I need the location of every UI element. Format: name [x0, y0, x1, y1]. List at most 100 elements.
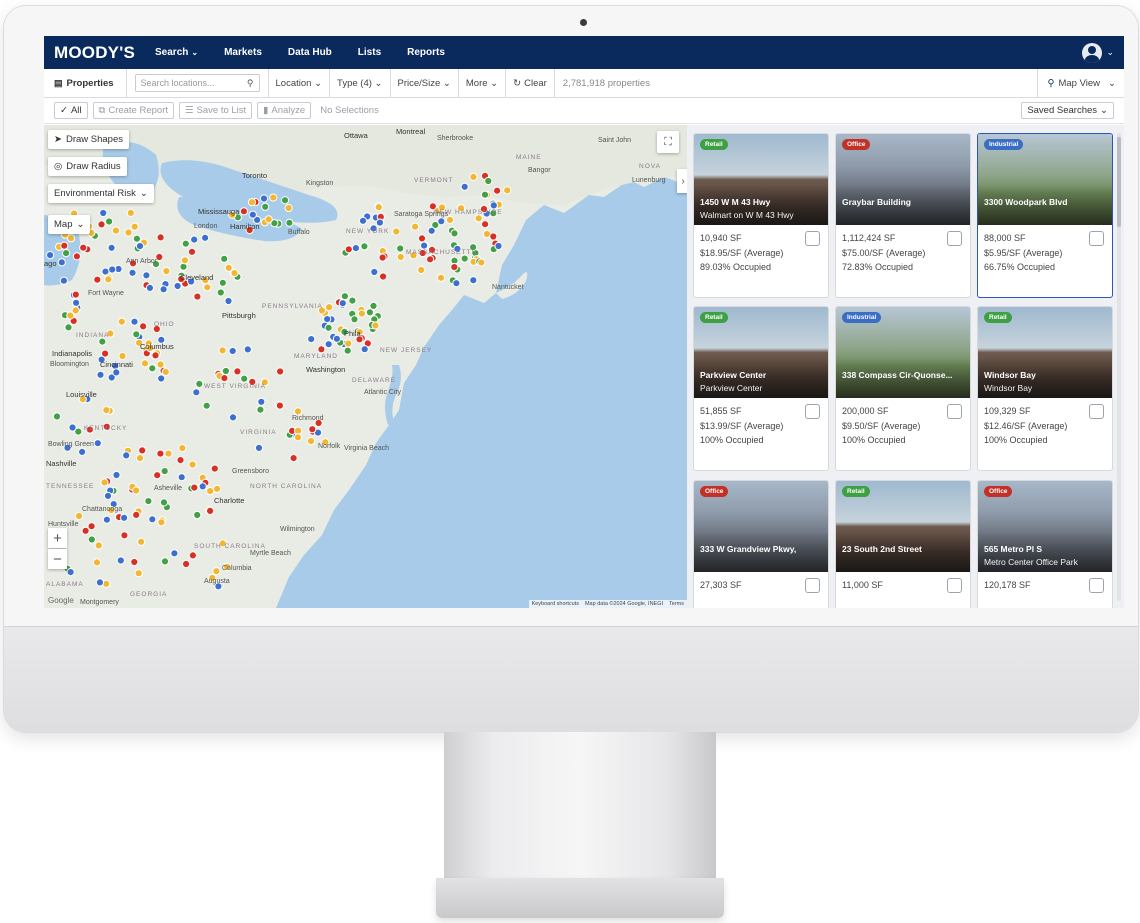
- map-pin[interactable]: [338, 299, 347, 308]
- map-pin[interactable]: [195, 379, 204, 388]
- map-pin[interactable]: [95, 578, 105, 587]
- map-pin[interactable]: [97, 220, 106, 229]
- map-pin[interactable]: [275, 401, 284, 410]
- map-pin[interactable]: [216, 288, 225, 297]
- map-pin[interactable]: [156, 360, 165, 369]
- property-card[interactable]: Office 333 W Grandview Pkwy, 27,303 SF: [693, 480, 829, 608]
- map-pin[interactable]: [460, 254, 469, 263]
- chevron-right-icon[interactable]: ›: [677, 169, 687, 193]
- map-pin[interactable]: [176, 456, 185, 465]
- draw-shapes-button[interactable]: ➤ Draw Shapes: [48, 130, 129, 149]
- map-pin[interactable]: [411, 222, 420, 231]
- map-pin[interactable]: [392, 227, 401, 236]
- property-title[interactable]: 1450 W M 43 Hwy: [700, 197, 770, 207]
- select-checkbox[interactable]: [947, 578, 962, 593]
- map-pin[interactable]: [202, 401, 211, 410]
- map-pin[interactable]: [324, 340, 333, 349]
- map-pin[interactable]: [293, 407, 303, 416]
- map-pin[interactable]: [493, 186, 502, 195]
- map-pin[interactable]: [102, 406, 111, 415]
- map-pin[interactable]: [357, 309, 366, 318]
- property-title[interactable]: 333 W Grandview Pkwy,: [700, 544, 796, 554]
- property-card[interactable]: Office 565 Metro Pl S Metro Center Office …: [977, 480, 1113, 608]
- map-pin[interactable]: [360, 345, 369, 354]
- map-pin[interactable]: [117, 317, 126, 326]
- map-pin[interactable]: [323, 315, 332, 324]
- map-pin[interactable]: [164, 449, 173, 458]
- map-pin[interactable]: [111, 226, 121, 235]
- map-pin[interactable]: [350, 315, 359, 324]
- fullscreen-icon[interactable]: ⛶: [657, 131, 679, 153]
- map-pin[interactable]: [126, 208, 135, 218]
- map-pin[interactable]: [135, 454, 145, 463]
- map-pin[interactable]: [240, 374, 249, 383]
- map-pin[interactable]: [243, 345, 252, 354]
- map-pin[interactable]: [206, 506, 215, 515]
- map-pin[interactable]: [132, 510, 141, 519]
- map-pin[interactable]: [308, 425, 317, 434]
- map-pin[interactable]: [112, 368, 121, 377]
- map-pin[interactable]: [213, 484, 222, 493]
- property-card[interactable]: Retail Parkview Center Parkview Center 51,8…: [693, 306, 829, 471]
- map-pin[interactable]: [116, 556, 125, 565]
- map-pin[interactable]: [98, 337, 107, 346]
- map-pin[interactable]: [206, 487, 215, 496]
- map-pin[interactable]: [153, 471, 162, 480]
- map-pin[interactable]: [396, 244, 405, 253]
- map-pin[interactable]: [489, 201, 498, 210]
- map-pin[interactable]: [324, 323, 333, 332]
- clear-button[interactable]: ↻ Clear: [506, 69, 555, 97]
- map-pin[interactable]: [218, 278, 227, 287]
- map-pin[interactable]: [224, 296, 233, 306]
- map-pin[interactable]: [469, 172, 478, 182]
- map-pin[interactable]: [437, 217, 446, 226]
- map-view-dropdown[interactable]: ⚲ Map View ⌄: [1036, 69, 1116, 97]
- map-pin[interactable]: [480, 190, 490, 199]
- map-pin[interactable]: [460, 182, 469, 191]
- map-pin[interactable]: [452, 279, 461, 288]
- map-pin[interactable]: [351, 244, 360, 253]
- select-all-button[interactable]: ✓ All: [54, 102, 88, 119]
- user-avatar-icon[interactable]: [1082, 42, 1103, 63]
- map-pin[interactable]: [230, 269, 239, 278]
- map-pin[interactable]: [374, 203, 383, 212]
- environmental-risk-dropdown[interactable]: Environmental Risk ⌄: [48, 184, 154, 203]
- map-pin[interactable]: [289, 454, 298, 463]
- map-pin[interactable]: [177, 473, 186, 482]
- map-pin[interactable]: [370, 267, 379, 277]
- price-size-filter[interactable]: Price/Size ⌄: [391, 69, 459, 97]
- map-pin[interactable]: [92, 558, 102, 567]
- map-pin[interactable]: [220, 254, 229, 263]
- map-pin[interactable]: [66, 568, 75, 577]
- map-pin[interactable]: [130, 222, 139, 231]
- map-pin[interactable]: [379, 272, 388, 281]
- map-pin[interactable]: [293, 433, 303, 442]
- map-pin[interactable]: [59, 276, 68, 285]
- select-checkbox[interactable]: [1089, 231, 1104, 246]
- map-pin[interactable]: [79, 243, 88, 252]
- map-pin[interactable]: [162, 267, 171, 276]
- map-pin[interactable]: [427, 226, 436, 235]
- map-pin[interactable]: [233, 367, 242, 376]
- map-pin[interactable]: [144, 497, 153, 506]
- map-pin[interactable]: [148, 364, 157, 373]
- map-pin[interactable]: [218, 346, 227, 355]
- map-pin[interactable]: [160, 467, 169, 476]
- map-pin[interactable]: [201, 233, 210, 242]
- select-checkbox[interactable]: [947, 404, 962, 419]
- map-pin[interactable]: [494, 241, 503, 251]
- map-pin[interactable]: [193, 510, 202, 520]
- map-pin[interactable]: [228, 413, 238, 422]
- map-pin[interactable]: [269, 193, 278, 202]
- map-pin[interactable]: [62, 249, 71, 258]
- map-pin[interactable]: [469, 276, 478, 285]
- create-report-button[interactable]: ⧉ Create Report: [92, 102, 174, 119]
- select-checkbox[interactable]: [805, 578, 820, 593]
- map-pin[interactable]: [93, 275, 102, 284]
- map-pin[interactable]: [157, 374, 166, 383]
- map-pin[interactable]: [477, 258, 486, 267]
- map-pin[interactable]: [317, 345, 326, 354]
- select-checkbox[interactable]: [1089, 404, 1104, 419]
- map-pin[interactable]: [182, 559, 191, 569]
- location-filter[interactable]: Location ⌄: [267, 69, 331, 97]
